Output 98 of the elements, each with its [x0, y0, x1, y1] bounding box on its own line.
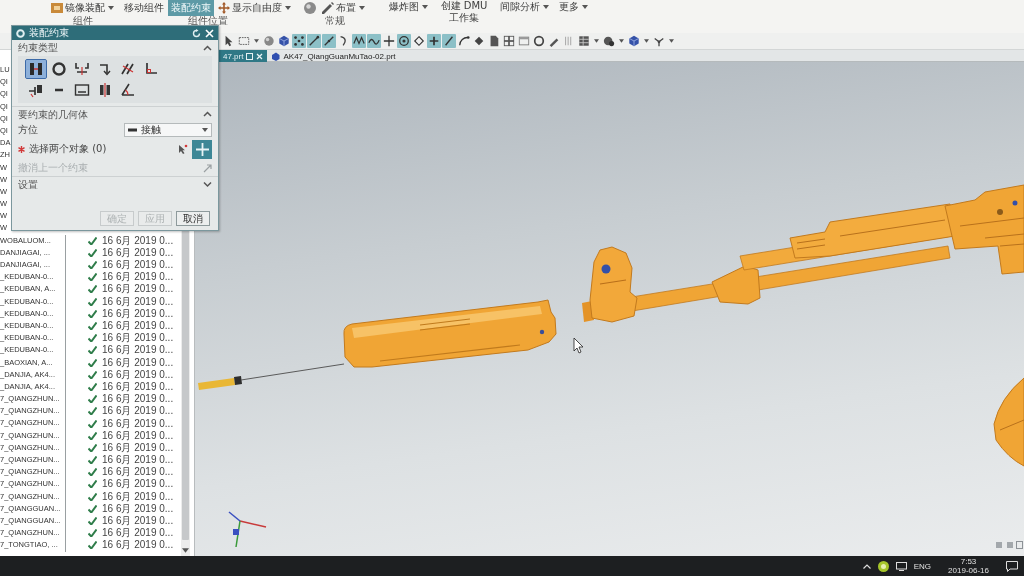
wave-icon[interactable]: [367, 34, 381, 48]
modified-date: 16 6月 2019 0...: [102, 246, 174, 259]
square-icon[interactable]: [1016, 541, 1023, 549]
line-icon[interactable]: [322, 34, 336, 48]
group-label: 组件: [72, 15, 93, 26]
section-heading: 要约束的几何体: [18, 108, 88, 121]
ribbon-button[interactable]: 爆炸图: [388, 0, 429, 14]
ring-icon[interactable]: [532, 34, 546, 48]
select-objects-label: 选择两个对象 (0): [29, 143, 108, 155]
dropdown-caret-icon[interactable]: [594, 39, 599, 43]
framed-rectangle-icon[interactable]: [72, 81, 92, 99]
section-heading: 约束类型: [18, 42, 58, 54]
ribbon-button[interactable]: 创建 DMU 工作集: [437, 0, 491, 24]
modified-date: 16 6月 2019 0...: [102, 332, 174, 345]
modified-date: 16 6月 2019 0...: [102, 393, 174, 406]
dropdown-caret-icon[interactable]: [669, 39, 674, 43]
modified-date: 16 6月 2019 0...: [102, 320, 174, 333]
group-label: 常规: [325, 15, 345, 26]
chevron-up-icon[interactable]: [203, 111, 212, 118]
modified-date: 16 6月 2019 0...: [102, 356, 174, 369]
modified-date: 16 6月 2019 0...: [102, 295, 174, 308]
ribbon-button[interactable]: 间隙分析: [499, 0, 550, 14]
pick-cursor-icon[interactable]: [177, 143, 188, 155]
modified-date: 16 6月 2019 0...: [102, 454, 174, 467]
field-label: 方位: [18, 124, 38, 136]
modified-date: 16 6月 2019 0...: [102, 368, 174, 381]
bracket-icon[interactable]: [72, 60, 92, 78]
disc-icon[interactable]: [877, 560, 889, 572]
table-icon[interactable]: [577, 34, 591, 48]
modified-date: 16 6月 2019 0...: [102, 405, 174, 418]
modified-date: 16 6月 2019 0...: [102, 539, 174, 552]
mouse-pointer-icon: [573, 337, 584, 354]
dropdown-caret-icon[interactable]: [644, 39, 649, 43]
ring-icon: [16, 28, 25, 38]
select-object-button[interactable]: [192, 139, 212, 159]
dialog-title: 装配约束: [29, 27, 70, 39]
diamond-icon[interactable]: [412, 34, 426, 48]
crosshair-icon[interactable]: [382, 34, 396, 48]
snap-points-icon[interactable]: [292, 34, 306, 48]
modified-date: 16 6月 2019 0...: [102, 307, 174, 320]
modified-date: 16 6月 2019 0...: [102, 527, 174, 540]
modified-date: 16 6月 2019 0...: [102, 502, 174, 515]
chevron-up-icon[interactable]: [203, 44, 212, 52]
view-triad-icon: [228, 511, 267, 548]
ribbon-button[interactable]: 移动组件: [123, 0, 165, 15]
scroll-down-icon[interactable]: [182, 548, 189, 553]
ribbon-button[interactable]: 显示自由度: [217, 0, 292, 15]
modified-date: 16 6月 2019 0...: [102, 429, 174, 442]
move-arrows-icon: [218, 1, 230, 14]
modified-date: 16 6月 2019 0...: [102, 271, 174, 284]
modified-date: 16 6月 2019 0...: [102, 259, 174, 272]
modified-date: 16 6月 2019 0...: [102, 283, 174, 296]
dash-icon: [128, 128, 137, 132]
line-icon[interactable]: [442, 34, 456, 48]
dropdown-caret-icon[interactable]: [619, 39, 624, 43]
modified-date: 16 6月 2019 0...: [102, 417, 174, 430]
target-icon[interactable]: [397, 34, 411, 48]
arc-icon[interactable]: [457, 34, 471, 48]
modified-date: 16 6月 2019 0...: [102, 490, 174, 503]
clock-date[interactable]: 2019-06-16: [948, 566, 989, 575]
modified-date: 16 6月 2019 0...: [102, 234, 174, 247]
circular-arrow-icon[interactable]: [192, 28, 201, 38]
sphere-icon[interactable]: [602, 34, 616, 48]
modified-date: 16 6月 2019 0...: [102, 380, 174, 393]
ribbon-button[interactable]: 镜像装配: [50, 0, 115, 15]
clock-time[interactable]: 7:53: [960, 557, 977, 566]
section-heading: 设置: [18, 178, 38, 191]
cube-icon[interactable]: [627, 34, 641, 48]
orientation-dropdown[interactable]: 接触: [124, 123, 212, 137]
plus-icon[interactable]: [427, 34, 441, 48]
cube-icon[interactable]: [277, 34, 291, 48]
ribbon-button[interactable]: 布置: [321, 0, 366, 15]
line-icon[interactable]: [307, 34, 321, 48]
dialog-button[interactable]: 取消: [176, 211, 210, 226]
box-icon: [51, 1, 63, 14]
two-bars-icon[interactable]: [26, 60, 46, 78]
monitor-icon[interactable]: [895, 561, 907, 571]
zigzag-icon[interactable]: [352, 34, 366, 48]
close-icon[interactable]: [256, 52, 264, 60]
ribbon-button[interactable]: 更多: [558, 0, 589, 14]
group-label: 组件位置: [187, 15, 228, 26]
modified-date: 16 6月 2019 0...: [102, 515, 174, 528]
speech-bubble-icon[interactable]: [1006, 560, 1018, 572]
pencil-icon: [322, 1, 334, 14]
file-tab[interactable]: 47.prt: [219, 50, 268, 62]
caret-icon: [202, 128, 208, 132]
crosshair-icon: [195, 142, 209, 156]
modified-date: 16 6月 2019 0...: [102, 466, 174, 479]
language-indicator[interactable]: ENG: [913, 561, 932, 571]
chevron-down-icon[interactable]: [203, 181, 212, 188]
grid-icon[interactable]: [502, 34, 516, 48]
modified-date: 16 6月 2019 0...: [102, 478, 174, 491]
dashed-rectangle-icon[interactable]: [237, 34, 251, 48]
file-tab[interactable]: AK47_QiangGuanMuTao-02.prt: [267, 50, 400, 62]
modified-date: 16 6月 2019 0...: [102, 441, 174, 454]
dropdown-caret-icon[interactable]: [254, 39, 259, 43]
ring-icon[interactable]: [49, 60, 69, 78]
modified-date: 16 6月 2019 0...: [102, 344, 174, 357]
